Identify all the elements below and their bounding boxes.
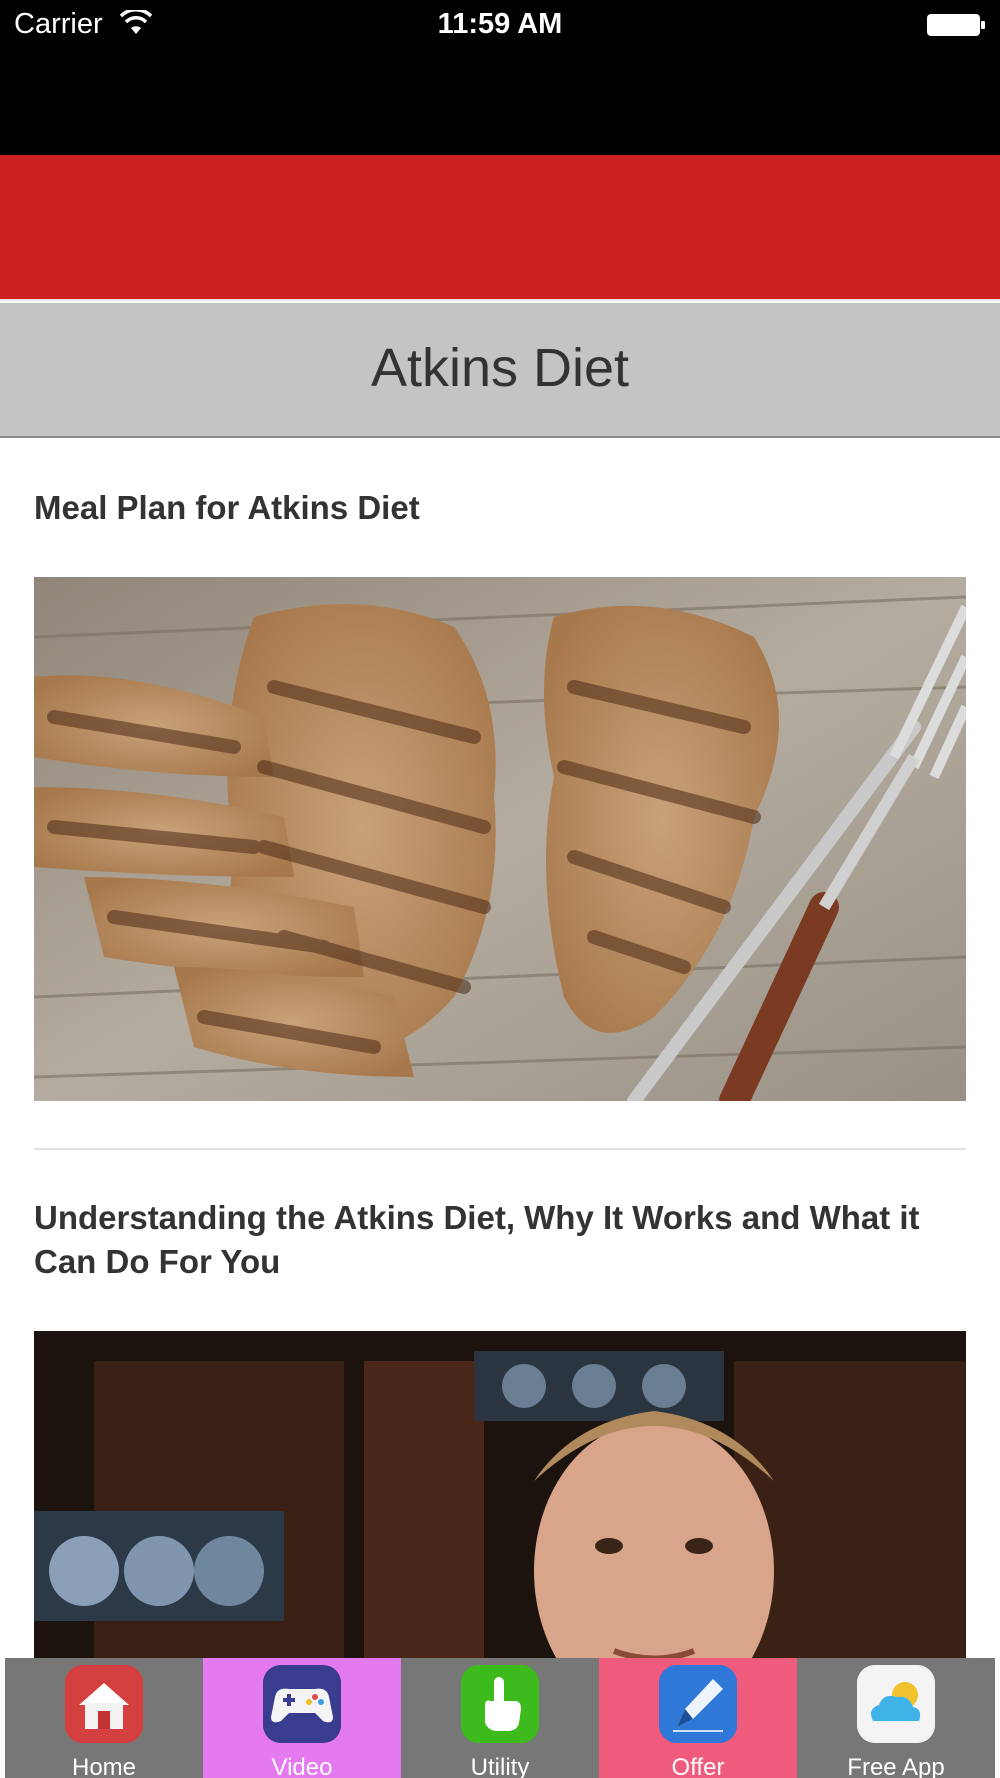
- tab-label: Home: [71, 1754, 137, 1778]
- battery-icon: [927, 14, 985, 36]
- hand-pointer-icon: [461, 1665, 539, 1743]
- tab-offer[interactable]: Offer: [599, 1658, 797, 1778]
- divider: [34, 1148, 966, 1150]
- header-banner: [0, 155, 1000, 301]
- status-time: 11:59 AM: [437, 8, 563, 40]
- tab-label: Utility: [470, 1754, 530, 1778]
- title-bar: Atkins Diet: [0, 303, 1000, 438]
- gamepad-icon: [263, 1665, 341, 1743]
- article-title[interactable]: Understanding the Atkins Diet, Why It Wo…: [34, 1196, 964, 1284]
- tab-free-app[interactable]: Free App: [797, 1658, 995, 1778]
- video-thumbnail-image[interactable]: [34, 1331, 966, 1658]
- tab-label: Video: [271, 1754, 333, 1778]
- home-icon: [65, 1665, 143, 1743]
- status-bar: Carrier 11:59 AM: [0, 0, 1000, 50]
- top-black-area: [0, 50, 1000, 155]
- tab-label: Offer: [671, 1754, 725, 1778]
- tab-bar: Home Video Utility Offer Free App: [5, 1658, 995, 1778]
- article-list[interactable]: Meal Plan for Atkins Diet Understanding …: [0, 440, 1000, 1658]
- tab-label: Free App: [847, 1754, 945, 1778]
- tab-video[interactable]: Video: [203, 1658, 401, 1778]
- page-title: Atkins Diet: [370, 338, 630, 398]
- article-title[interactable]: Meal Plan for Atkins Diet: [34, 486, 964, 530]
- tab-utility[interactable]: Utility: [401, 1658, 599, 1778]
- cloud-sun-icon: [857, 1665, 935, 1743]
- tab-home[interactable]: Home: [5, 1658, 203, 1778]
- grilled-chicken-image[interactable]: [34, 577, 966, 1101]
- pen-icon: [659, 1665, 737, 1743]
